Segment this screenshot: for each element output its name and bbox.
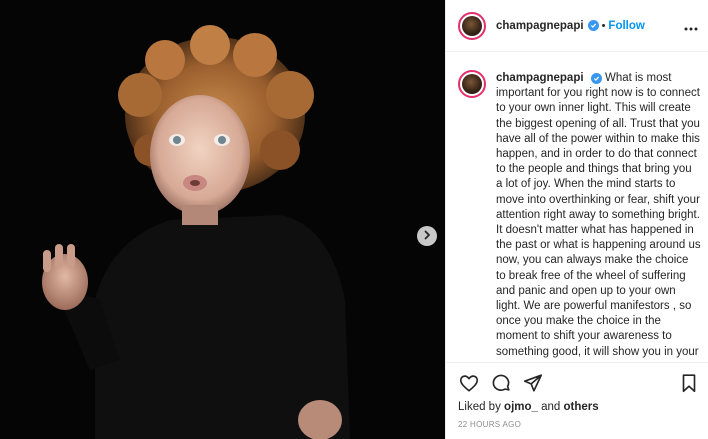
post-actions: Liked by ojmo_ and others 22 HOURS AGO (446, 362, 708, 439)
chevron-right-icon (422, 227, 432, 245)
caption-avatar[interactable] (458, 70, 486, 98)
caption-section[interactable]: champagnepapi What is most important for… (446, 53, 708, 358)
follow-button[interactable]: Follow (608, 20, 644, 32)
caption-text: champagnepapi What is most important for… (496, 71, 701, 358)
instagram-post: champagnepapi • Follow champagnepapi Wha… (0, 0, 708, 439)
liked-by-prefix: Liked by (458, 401, 501, 413)
next-image-button[interactable] (417, 226, 437, 246)
post-photo (0, 0, 445, 439)
liked-and: and (541, 401, 561, 413)
caption-body: What is most important for you right now… (496, 72, 701, 358)
post-header: champagnepapi • Follow (446, 0, 708, 52)
separator-dot: • (601, 19, 606, 32)
post-media (0, 0, 445, 439)
liked-others-link[interactable]: others (564, 401, 599, 413)
post-sidebar: champagnepapi • Follow champagnepapi Wha… (445, 0, 708, 439)
more-options-icon[interactable] (684, 18, 698, 36)
post-timestamp[interactable]: 22 HOURS AGO (458, 420, 521, 429)
username-link[interactable]: champagnepapi (496, 20, 584, 32)
paper-plane-icon[interactable] (522, 372, 544, 394)
comment-icon[interactable] (490, 372, 512, 394)
liked-user-link[interactable]: ojmo_ (504, 401, 538, 413)
heart-icon[interactable] (458, 372, 480, 394)
bookmark-icon[interactable] (678, 372, 700, 394)
action-bar (458, 372, 544, 394)
verified-badge-icon (590, 73, 602, 84)
verified-badge-icon (587, 20, 599, 31)
likes-summary: Liked by ojmo_ and others (458, 401, 599, 413)
caption-username[interactable]: champagnepapi (496, 72, 584, 84)
avatar[interactable] (458, 11, 486, 40)
